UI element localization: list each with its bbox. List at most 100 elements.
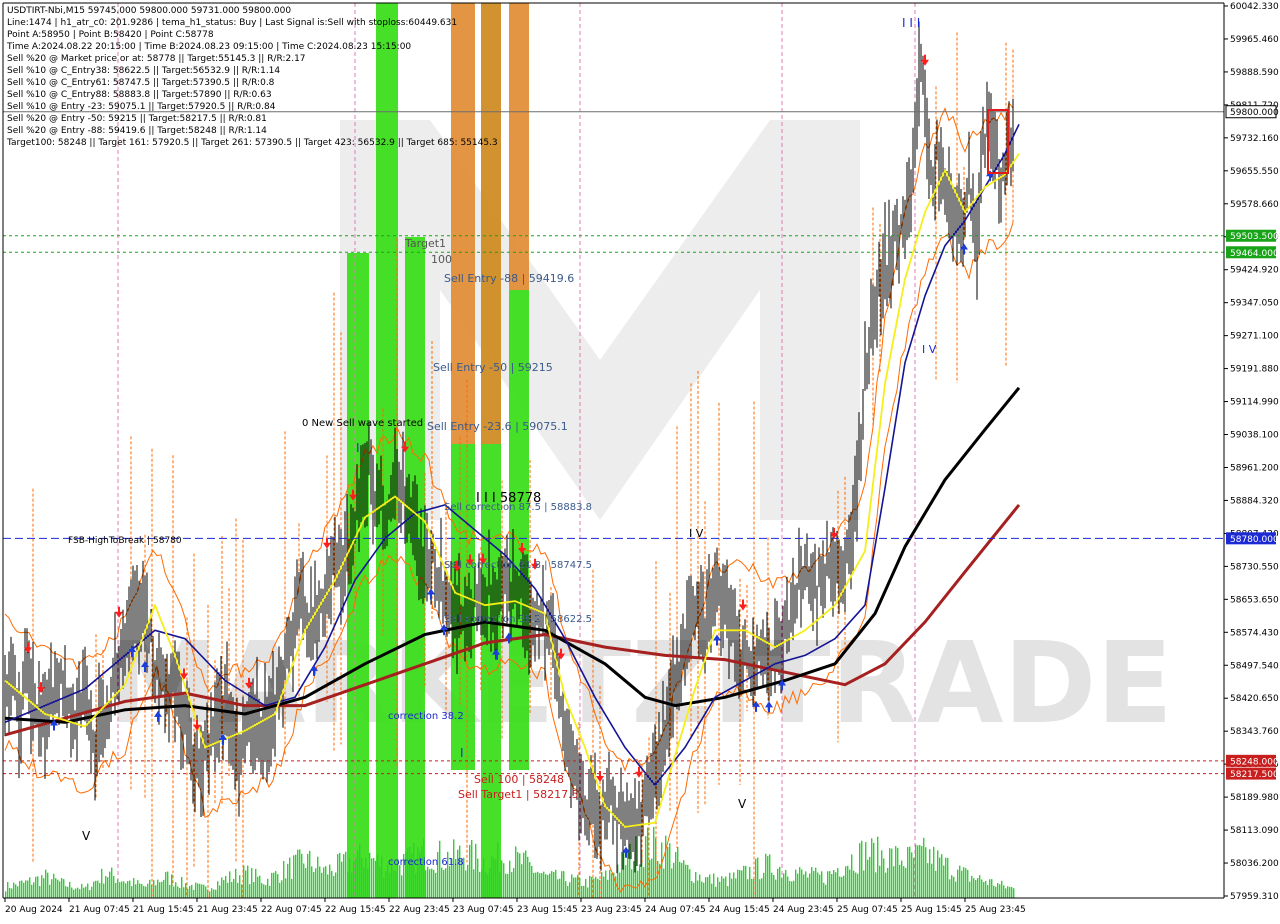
volume-bar: [303, 863, 305, 898]
volume-bar: [955, 881, 957, 898]
volume-bar: [507, 874, 509, 898]
volume-bar: [323, 867, 325, 898]
volume-bar: [81, 883, 83, 898]
volume-bar: [5, 891, 7, 898]
volume-bar: [45, 869, 47, 898]
volume-bar: [991, 879, 993, 898]
volume-bar: [269, 885, 271, 898]
y-tick-label: 59038.100: [1230, 431, 1279, 441]
volume-bar: [633, 861, 635, 898]
volume-bar: [699, 874, 701, 898]
volume-bar: [847, 865, 849, 898]
volume-bar: [861, 840, 863, 898]
volume-bar: [157, 879, 159, 898]
volume-bar: [227, 882, 229, 898]
volume-bar: [139, 883, 141, 898]
volume-bar: [181, 876, 183, 898]
volume-bar: [1005, 888, 1007, 898]
volume-bar: [895, 846, 897, 898]
volume-bar: [199, 883, 201, 898]
volume-bar: [823, 882, 825, 898]
volume-bar: [589, 875, 591, 898]
volume-bar: [159, 882, 161, 898]
volume-bar: [669, 843, 671, 898]
volume-bar: [971, 875, 973, 898]
volume-bar: [977, 877, 979, 898]
volume-bar: [449, 866, 451, 898]
volume-bar: [169, 884, 171, 898]
volume-bar: [975, 879, 977, 898]
price-chart[interactable]: MARKETZITRADE Target1100Sell Entry -88 |…: [0, 0, 1280, 920]
annotation-15: I V: [689, 527, 704, 540]
volume-bar: [361, 858, 363, 898]
volume-bar: [627, 852, 629, 898]
volume-bar: [921, 846, 923, 898]
volume-bar: [341, 861, 343, 898]
volume-bar: [9, 887, 11, 898]
volume-bar: [923, 837, 925, 898]
x-tick-label: 25 Aug 23:45: [965, 905, 1026, 915]
volume-bar: [231, 881, 233, 898]
volume-bar: [885, 872, 887, 898]
volume-bar: [273, 872, 275, 898]
volume-bar: [675, 852, 677, 898]
volume-bar: [275, 871, 277, 898]
volume-bar: [815, 867, 817, 898]
y-tick-label: 57959.310: [1230, 892, 1279, 902]
volume-bar: [353, 860, 355, 898]
volume-bar: [693, 882, 695, 898]
volume-bar: [713, 873, 715, 898]
x-tick-label: 22 Aug 23:45: [389, 905, 450, 915]
annotation-0: Target1: [404, 237, 446, 250]
volume-bar: [459, 845, 461, 898]
volume-bar: [53, 873, 55, 898]
volume-bar: [225, 875, 227, 898]
volume-bar: [795, 869, 797, 898]
volume-bar: [481, 869, 483, 898]
y-tick-label: 58420.650: [1230, 694, 1279, 704]
volume-bar: [591, 876, 593, 898]
volume-bar: [531, 865, 533, 898]
volume-bar: [465, 870, 467, 898]
x-tick-label: 23 Aug 07:45: [453, 905, 514, 915]
volume-bar: [567, 885, 569, 898]
volume-bar: [987, 885, 989, 898]
volume-bar: [911, 852, 913, 898]
y-tick-label: 59732.160: [1230, 134, 1279, 144]
volume-bar: [441, 867, 443, 898]
price-tag-label-4: 58248.000: [1230, 757, 1279, 767]
volume-bar: [421, 846, 423, 898]
volume-bar: [855, 872, 857, 898]
volume-bar: [865, 842, 867, 898]
volume-bar: [1003, 885, 1005, 898]
volume-bar: [115, 882, 117, 898]
volume-bar: [271, 872, 273, 898]
volume-bar: [409, 846, 411, 898]
volume-bar: [637, 870, 639, 898]
volume-bar: [697, 880, 699, 898]
volume-bar: [25, 880, 27, 898]
volume-bar: [715, 886, 717, 898]
volume-bar: [765, 853, 767, 898]
volume-bar: [631, 869, 633, 898]
volume-bar: [563, 871, 565, 898]
volume-bar: [305, 868, 307, 898]
annotation-17: I I I: [902, 16, 920, 30]
volume-bar: [291, 878, 293, 898]
volume-bar: [493, 857, 495, 898]
volume-bar: [63, 879, 65, 898]
volume-bar: [871, 838, 873, 898]
volume-bar: [643, 867, 645, 898]
volume-bar: [857, 873, 859, 898]
volume-bar: [355, 858, 357, 898]
volume-bar: [559, 878, 561, 898]
x-tick-label: 25 Aug 15:45: [901, 905, 962, 915]
y-tick-label: 58961.200: [1230, 463, 1279, 473]
volume-bar: [471, 840, 473, 898]
y-tick-label: 58036.200: [1230, 859, 1279, 869]
volume-bar: [879, 865, 881, 898]
volume-bar: [339, 852, 341, 898]
volume-bar: [235, 868, 237, 898]
volume-bar: [479, 871, 481, 898]
annotation-13: Sell 100 | 58248: [474, 773, 564, 786]
